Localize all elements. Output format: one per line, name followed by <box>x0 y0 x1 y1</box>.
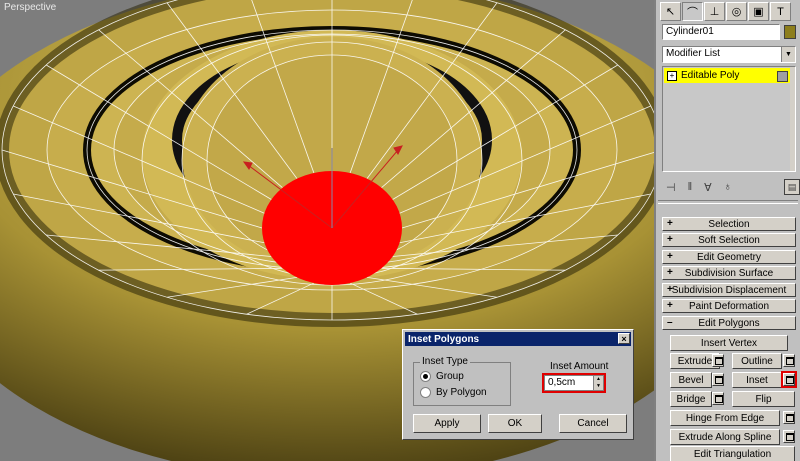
radio-by-polygon-label: By Polygon <box>436 387 487 398</box>
configure-sets-icon[interactable]: ▤ <box>784 179 800 195</box>
expand-icon: + <box>667 218 673 229</box>
expand-icon: + <box>667 267 673 278</box>
command-panel: ↖ ⌒ ⊥ ◎ ▣ T Cylinder01 Modifier List ▼ +… <box>654 0 800 461</box>
motion-tab[interactable]: ◎ <box>726 2 747 21</box>
extrude-along-spline-button[interactable]: Extrude Along Spline <box>670 429 780 445</box>
spinner-icon[interactable]: ▲ ▼ <box>593 376 603 390</box>
ok-button[interactable]: OK <box>488 414 542 433</box>
inset-amount-field[interactable]: 0,5cm ▲ ▼ <box>542 373 606 393</box>
expand-icon: + <box>667 234 673 245</box>
expand-icon: + <box>667 251 673 262</box>
inset-polygons-dialog: Inset Polygons × Inset Type Group By Pol… <box>402 329 634 440</box>
object-color-swatch[interactable] <box>784 25 796 39</box>
bevel-settings-icon[interactable] <box>712 373 724 386</box>
dialog-titlebar[interactable]: Inset Polygons × <box>405 332 631 346</box>
outline-button[interactable]: Outline <box>732 353 782 369</box>
rollout-label: Subdivision Displacement <box>671 284 787 296</box>
dialog-title: Inset Polygons <box>408 333 480 345</box>
inset-type-group: Inset Type Group By Polygon <box>413 356 511 406</box>
inset-type-label: Inset Type <box>420 356 470 367</box>
insert-vertex-button[interactable]: Insert Vertex <box>670 335 788 351</box>
inset-settings-icon[interactable] <box>781 371 797 388</box>
modify-tab[interactable]: ⌒ <box>682 2 703 21</box>
modifier-stack: + Editable Poly <box>662 66 796 172</box>
outline-settings-icon[interactable] <box>783 354 795 367</box>
inset-amount-label: Inset Amount <box>550 361 609 372</box>
stack-item-editable-poly[interactable]: + Editable Poly <box>664 68 790 83</box>
rollout-label: Soft Selection <box>698 234 760 246</box>
rollout-label: Paint Deformation <box>688 300 770 312</box>
display-tab[interactable]: ▣ <box>748 2 769 21</box>
remove-modifier-icon[interactable]: ♁ <box>724 181 732 193</box>
pin-stack-icon[interactable]: ⊣ <box>666 181 676 194</box>
expand-icon: + <box>667 284 673 295</box>
rollout-label: Subdivision Surface <box>684 267 774 279</box>
stack-item-label: Editable Poly <box>681 70 740 81</box>
viewport-label[interactable]: Perspective <box>4 2 56 13</box>
rollout-edit-geometry[interactable]: + Edit Geometry <box>662 250 796 264</box>
flip-button[interactable]: Flip <box>732 391 795 407</box>
hinge-settings-icon[interactable] <box>783 411 795 424</box>
stack-scrollbar[interactable] <box>790 67 795 171</box>
rollout-soft-selection[interactable]: + Soft Selection <box>662 233 796 247</box>
utilities-icon: T <box>777 5 784 18</box>
divider <box>658 200 798 204</box>
hinge-from-edge-button[interactable]: Hinge From Edge <box>670 410 780 426</box>
rollout-subdivision-displacement[interactable]: + Subdivision Displacement <box>662 283 796 297</box>
radio-group-label: Group <box>436 371 464 382</box>
extrude-settings-icon[interactable] <box>712 354 724 367</box>
edit-triangulation-button[interactable]: Edit Triangulation <box>670 446 795 461</box>
inset-button[interactable]: Inset <box>732 372 782 388</box>
modifier-list-label: Modifier List <box>666 48 720 59</box>
rollout-label: Edit Geometry <box>697 251 761 263</box>
utilities-tab[interactable]: T <box>770 2 791 21</box>
radio-by-polygon[interactable]: By Polygon <box>420 387 487 398</box>
inset-amount-value: 0,5cm <box>548 377 576 388</box>
extrude-spline-settings-icon[interactable] <box>783 430 795 443</box>
bridge-button[interactable]: Bridge <box>670 391 712 407</box>
modify-icon: ⌒ <box>687 6 698 19</box>
cancel-button[interactable]: Cancel <box>559 414 627 433</box>
radio-unselected-icon <box>420 387 431 398</box>
modifier-toggle-icon[interactable] <box>777 71 788 82</box>
bevel-button[interactable]: Bevel <box>670 372 712 388</box>
motion-icon: ◎ <box>731 6 742 18</box>
radio-group[interactable]: Group <box>420 371 464 382</box>
bridge-settings-icon[interactable] <box>712 392 724 405</box>
close-icon[interactable]: × <box>618 333 630 344</box>
rollout-label: Selection <box>708 218 750 230</box>
create-icon: ↖ <box>665 6 676 18</box>
chevron-down-icon[interactable]: ▼ <box>781 47 795 62</box>
object-name-field[interactable]: Cylinder01 <box>662 24 780 40</box>
make-unique-icon[interactable]: ∀ <box>704 181 712 194</box>
apply-button[interactable]: Apply <box>413 414 481 433</box>
expand-icon: + <box>667 300 673 311</box>
hierarchy-icon: ⊥ <box>709 6 720 18</box>
rollout-label: Edit Polygons <box>698 317 760 329</box>
create-tab[interactable]: ↖ <box>660 2 681 21</box>
command-panel-tabs: ↖ ⌒ ⊥ ◎ ▣ T <box>660 2 791 22</box>
radio-selected-icon <box>420 371 431 382</box>
show-end-result-icon[interactable]: ǁ <box>688 181 693 193</box>
modifier-list-dropdown[interactable]: Modifier List ▼ <box>662 46 796 63</box>
stack-toolbar: ⊣ ǁ ∀ ♁ ▤ <box>662 178 800 196</box>
rollout-paint-deformation[interactable]: + Paint Deformation <box>662 299 796 313</box>
hierarchy-tab[interactable]: ⊥ <box>704 2 725 21</box>
rollout-selection[interactable]: + Selection <box>662 217 796 231</box>
collapse-icon: – <box>667 317 673 328</box>
rollout-subdivision-surface[interactable]: + Subdivision Surface <box>662 266 796 280</box>
rollout-edit-polygons[interactable]: – Edit Polygons <box>662 316 796 330</box>
display-icon: ▣ <box>753 6 764 18</box>
expand-icon[interactable]: + <box>667 70 677 81</box>
